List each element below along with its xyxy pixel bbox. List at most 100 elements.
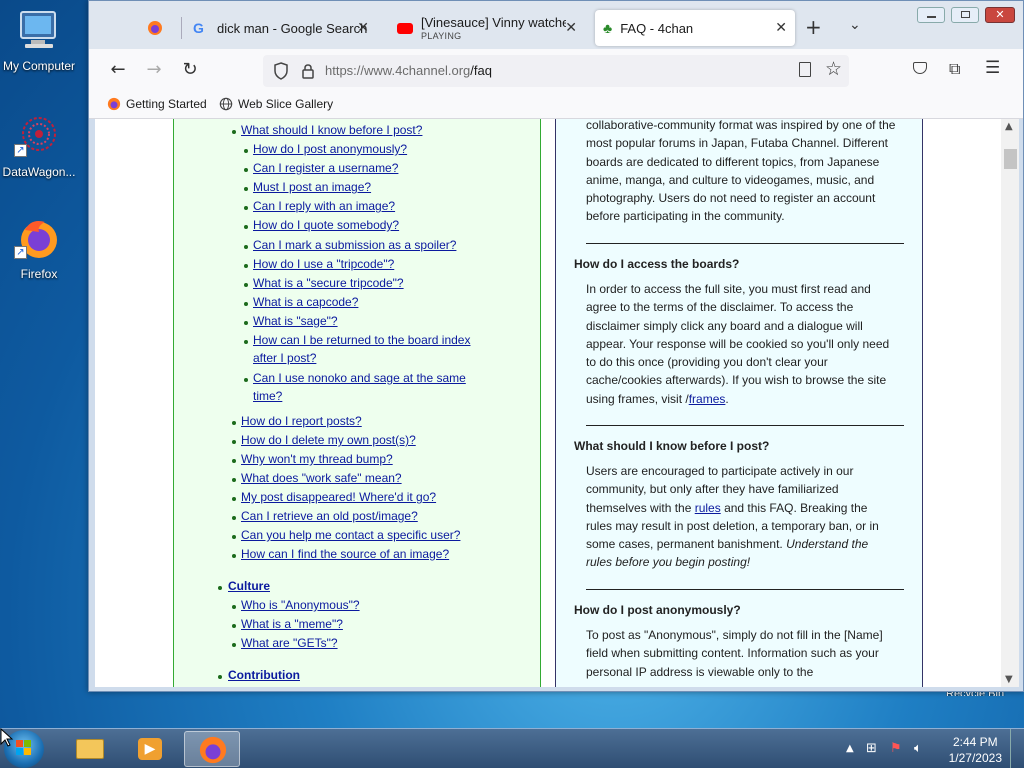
list-all-tabs-icon[interactable]: ⌄ <box>849 17 861 33</box>
toc-sublink[interactable]: after I post? <box>253 351 316 365</box>
toc-sublink[interactable]: How do I quote somebody? <box>253 218 399 232</box>
scrollbar-thumb[interactable] <box>1004 149 1017 169</box>
bullet <box>232 624 236 628</box>
navigation-toolbar: ← → ↻ https://www.4channel.org/faq ☆ ⧉ ☰ <box>89 49 1023 91</box>
close-window-button[interactable]: ✕ <box>985 7 1015 23</box>
url-text: https://www.4channel.org/faq <box>325 63 492 78</box>
toc-sublink[interactable]: Must I post an image? <box>253 180 371 194</box>
text-line: to do this once (providing you don't cle… <box>586 355 828 370</box>
text-fragment: and this FAQ. Breaking the <box>720 500 868 515</box>
toc-sublink[interactable]: What is "sage"? <box>253 314 338 328</box>
network-icon[interactable]: ⊞ <box>866 741 877 756</box>
bookmark-label: Web Slice Gallery <box>238 97 334 111</box>
toc-sublink[interactable]: What is a "secure tripcode"? <box>253 276 404 290</box>
bullet <box>244 283 248 287</box>
media-player-icon: ▶ <box>138 738 162 760</box>
faq-body-panel: collaborative-community format was inspi… <box>555 119 923 687</box>
text-line: agree to the terms of the disclaimer. To… <box>586 300 854 315</box>
toc-sublink[interactable]: Can I reply with an image? <box>253 199 395 213</box>
shortcut-arrow-icon: ↗ <box>14 144 27 157</box>
firefox-icon <box>148 21 162 35</box>
text-line: collaborative-community format was inspi… <box>586 119 896 132</box>
bookmark-getting-started[interactable]: Getting Started <box>107 97 207 111</box>
bullet <box>244 187 248 191</box>
extensions-icon[interactable]: ⧉ <box>949 59 960 79</box>
toc-link[interactable]: Can I retrieve an old post/image? <box>241 509 418 523</box>
toc-section-contribution[interactable]: Contribution <box>228 668 300 682</box>
bullet <box>218 586 222 590</box>
answer-paragraph: In order to access the full site, you mu… <box>586 280 906 408</box>
tab-separator <box>181 17 182 39</box>
toc-link[interactable]: How can I find the source of an image? <box>241 547 449 561</box>
computer-icon <box>20 11 56 48</box>
toc-link[interactable]: Can you help me contact a specific user? <box>241 528 460 542</box>
bullet <box>218 675 222 679</box>
toc-sublink[interactable]: time? <box>253 389 282 403</box>
system-clock[interactable]: 2:44 PM 1/27/2023 <box>949 734 1002 766</box>
tab-firefox-pinned[interactable] <box>137 10 173 46</box>
desktop-icon-my-computer[interactable]: My Computer <box>0 8 78 73</box>
close-icon[interactable]: ✕ <box>775 19 787 36</box>
toc-sublink[interactable]: How can I be returned to the board index <box>253 333 470 347</box>
rules-link[interactable]: rules <box>695 501 721 515</box>
close-icon[interactable]: ✕ <box>357 19 369 36</box>
show-desktop-button[interactable] <box>1010 729 1024 768</box>
bookmark-web-slice-gallery[interactable]: Web Slice Gallery <box>219 97 333 111</box>
new-tab-button[interactable]: + <box>805 15 822 39</box>
browser-window: G dick man - Google Search ✕ [Vinesauce]… <box>88 0 1024 692</box>
url-bar[interactable]: https://www.4channel.org/faq ☆ <box>263 55 849 87</box>
scroll-down-icon[interactable]: ▼ <box>1005 674 1013 685</box>
toc-link[interactable]: What does "work safe" mean? <box>241 471 402 485</box>
reload-icon[interactable]: ↻ <box>177 57 203 83</box>
back-icon[interactable]: ← <box>105 57 131 83</box>
menu-icon[interactable]: ☰ <box>985 58 1000 78</box>
toc-link[interactable]: Why won't my thread bump? <box>241 452 393 466</box>
toc-link[interactable]: How do I report posts? <box>241 414 362 428</box>
desktop-icon-label: Firefox <box>20 267 58 281</box>
forward-icon[interactable]: → <box>141 57 167 83</box>
bullet <box>232 440 236 444</box>
bookmark-label: Getting Started <box>126 97 207 111</box>
taskbar-explorer[interactable] <box>62 731 118 767</box>
tab-google-search[interactable]: G dick man - Google Search ✕ <box>185 10 377 46</box>
toc-sublink[interactable]: How do I post anonymously? <box>253 142 407 156</box>
frames-link[interactable]: frames <box>689 392 726 406</box>
minimize-button[interactable] <box>917 7 945 23</box>
toc-sublink[interactable]: What is a capcode? <box>253 295 358 309</box>
desktop-icon-datawagon[interactable]: ↗ DataWagon... <box>0 114 78 179</box>
toc-sublink[interactable]: Can I mark a submission as a spoiler? <box>253 238 456 252</box>
taskbar-media-player[interactable]: ▶ <box>122 731 178 767</box>
vertical-scrollbar[interactable]: ▲ ▼ <box>1001 119 1019 687</box>
tab-faq-4chan[interactable]: ♣ FAQ - 4chan ✕ <box>595 10 795 46</box>
toc-link[interactable]: What are "GETs"? <box>241 636 338 650</box>
bullet <box>244 149 248 153</box>
tab-vinesauce[interactable]: [Vinesauce] Vinny watches f PLAYING ✕ <box>389 10 585 46</box>
toc-sublink[interactable]: How do I use a "tripcode"? <box>253 257 394 271</box>
answer-paragraph: To post as "Anonymous", simply do not fi… <box>586 626 906 681</box>
volume-icon[interactable]: 🔈︎ <box>914 741 922 756</box>
clock-time: 2:44 PM <box>952 735 998 749</box>
toc-sublink[interactable]: Can I use nonoko and sage at the same <box>253 371 466 385</box>
toc-link[interactable]: What is a "meme"? <box>241 617 343 631</box>
reader-view-icon[interactable] <box>799 62 811 77</box>
maximize-button[interactable] <box>951 7 979 23</box>
toc-section-culture[interactable]: Culture <box>228 579 270 593</box>
toc-link[interactable]: My post disappeared! Where'd it go? <box>241 490 436 504</box>
lock-icon <box>302 64 314 79</box>
toc-link[interactable]: How do I delete my own post(s)? <box>241 433 416 447</box>
desktop-icon-firefox[interactable]: ↗ Firefox <box>0 216 78 281</box>
text-fragment: themselves with the <box>586 500 695 515</box>
close-icon[interactable]: ✕ <box>565 19 577 36</box>
action-center-flag-icon[interactable]: ⚑ <box>890 741 902 756</box>
toc-link[interactable]: What should I know before I post? <box>241 123 422 137</box>
show-hidden-icons-icon[interactable]: ▲ <box>846 743 854 754</box>
toc-link[interactable]: Who is "Anonymous"? <box>241 598 360 612</box>
divider <box>586 425 904 426</box>
pocket-icon[interactable] <box>913 62 927 74</box>
toc-sublink[interactable]: Can I register a username? <box>253 161 398 175</box>
text-fragment: using frames, visit / <box>586 391 689 406</box>
text-fragment-italic: rules before you begin posting! <box>586 555 751 570</box>
bookmark-star-icon[interactable]: ☆ <box>825 58 842 80</box>
scroll-up-icon[interactable]: ▲ <box>1005 121 1013 132</box>
taskbar-firefox[interactable] <box>184 731 240 767</box>
